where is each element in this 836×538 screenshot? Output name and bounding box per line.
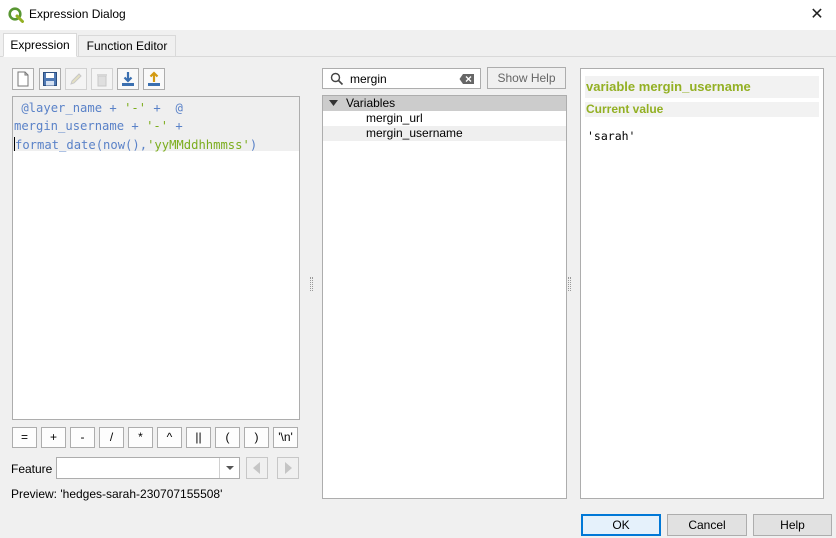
expression-code: @layer_name + '-' + @ mergin_username + … [14, 101, 258, 152]
show-help-button[interactable]: Show Help [487, 67, 566, 89]
close-icon[interactable]: ✕ [808, 4, 826, 24]
search-icon [330, 72, 344, 86]
feature-combo[interactable] [56, 457, 240, 479]
new-file-button[interactable] [12, 68, 34, 90]
export-button[interactable] [143, 68, 165, 90]
search-input[interactable]: mergin [322, 68, 481, 89]
save-icon [43, 72, 57, 86]
expand-arrow-icon[interactable] [329, 100, 338, 107]
help-title: variable mergin_username [585, 76, 819, 98]
tree-group-variables[interactable]: Variables [323, 96, 566, 111]
operator-equals-button[interactable]: = [12, 427, 37, 448]
function-tree[interactable]: Variables mergin_url mergin_username [322, 95, 567, 499]
splitter-handle[interactable] [310, 277, 313, 291]
arrow-right-icon [285, 462, 292, 474]
qgis-logo-icon [8, 7, 24, 23]
operator-concat-button[interactable]: || [186, 427, 211, 448]
title-bar: Expression Dialog ✕ [0, 0, 836, 30]
operator-newline-button[interactable]: '\n' [273, 427, 298, 448]
operator-open-paren-button[interactable]: ( [215, 427, 240, 448]
previous-feature-button[interactable] [246, 457, 268, 479]
tree-item-label: mergin_username [366, 126, 463, 140]
chevron-down-icon[interactable] [219, 458, 239, 478]
operator-divide-button[interactable]: / [99, 427, 124, 448]
edit-icon [70, 73, 82, 85]
preview-text: Preview: 'hedges-sarah-230707155508' [11, 487, 223, 501]
import-button[interactable] [117, 68, 139, 90]
clear-icon[interactable] [459, 73, 475, 85]
code-token: @layer_name [21, 101, 103, 115]
feature-label: Feature [11, 462, 53, 476]
export-icon [148, 71, 160, 86]
delete-icon [97, 74, 107, 87]
help-panel: variable mergin_username Current value '… [580, 68, 824, 499]
import-icon [122, 72, 134, 86]
operator-power-button[interactable]: ^ [157, 427, 182, 448]
operator-multiply-button[interactable]: * [128, 427, 153, 448]
tab-function-editor[interactable]: Function Editor [78, 35, 176, 57]
help-subtitle: Current value [585, 102, 819, 117]
operator-minus-button[interactable]: - [70, 427, 95, 448]
help-current-value: 'sarah' [587, 129, 636, 143]
delete-button[interactable] [91, 68, 113, 90]
ok-button[interactable]: OK [581, 514, 661, 536]
help-button[interactable]: Help [753, 514, 832, 536]
search-value: mergin [350, 72, 387, 86]
splitter-handle[interactable] [568, 277, 571, 291]
operator-close-paren-button[interactable]: ) [244, 427, 269, 448]
new-file-icon [17, 71, 29, 87]
arrow-left-icon [253, 462, 260, 474]
operator-plus-button[interactable]: + [41, 427, 66, 448]
tree-item-mergin-username[interactable]: mergin_username [323, 126, 566, 141]
cancel-button[interactable]: Cancel [667, 514, 747, 536]
tree-item-label: mergin_url [366, 111, 423, 125]
save-button[interactable] [39, 68, 61, 90]
window-title: Expression Dialog [29, 7, 126, 21]
tab-expression[interactable]: Expression [3, 33, 77, 57]
expression-editor[interactable]: @layer_name + '-' + @ mergin_username + … [12, 96, 300, 420]
edit-button[interactable] [65, 68, 87, 90]
tree-group-label: Variables [346, 96, 396, 110]
next-feature-button[interactable] [277, 457, 299, 479]
tree-item-mergin-url[interactable]: mergin_url [323, 111, 566, 126]
